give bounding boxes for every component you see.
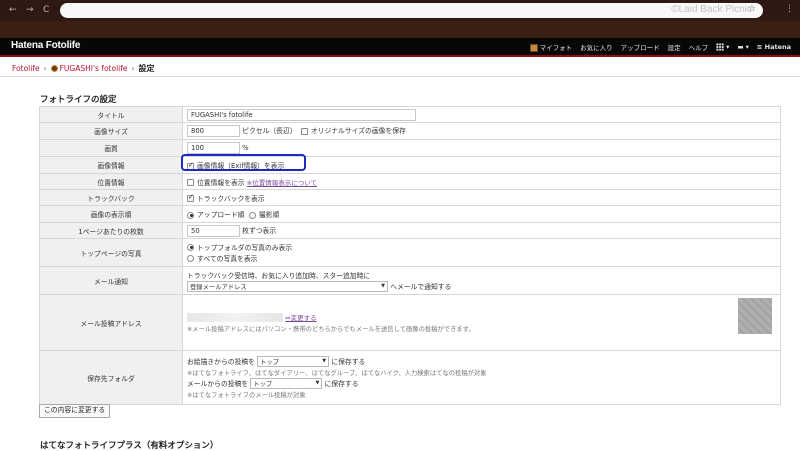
row-label: 画像の表示順 <box>39 205 183 223</box>
quality-input[interactable]: 100 <box>187 142 240 154</box>
notify-suffix: へメールで通知する <box>390 283 452 291</box>
row-label: トラックバック <box>39 189 183 206</box>
submit-button[interactable]: この内容に変更する <box>39 404 111 418</box>
nav-upload[interactable]: アップロード <box>621 42 660 52</box>
top-folder-only-radio[interactable] <box>187 243 194 251</box>
order-shot-label: 撮影順 <box>258 211 280 219</box>
hatena-brand[interactable]: ≋ Hatena <box>757 43 791 51</box>
nav-myphoto[interactable]: マイフォト <box>529 42 572 52</box>
image-size-input[interactable]: 800 <box>187 125 240 137</box>
row-image-info: 画像情報 画像情報（Exif情報）を表示 <box>39 156 781 174</box>
browser-toolbar: ← → C ☆ ©Laid Back Picnic ⋮ <box>0 0 800 21</box>
apps-grid-icon[interactable]: ▾ <box>716 42 729 51</box>
location-label: 位置情報を表示 <box>197 178 245 187</box>
nav-favorites[interactable]: お気に入り <box>580 42 613 52</box>
dropdown-arrow-icon: ▼ <box>381 283 385 289</box>
row-image-size: 画像サイズ 800 ピクセル（長辺） オリジナルサイズの画像を保存 <box>39 122 781 140</box>
header-divider <box>0 55 800 57</box>
breadcrumb: Fotolife › FUGASHI's fotolife › 設定 <box>12 64 155 73</box>
order-upload-label: アップロード順 <box>197 211 245 219</box>
nav-help[interactable]: ヘルプ <box>689 42 709 52</box>
row-label: 保存先フォルダ <box>39 350 183 405</box>
image-size-unit: ピクセル（長辺） <box>242 127 297 135</box>
row-label: タイトル <box>39 106 183 123</box>
back-arrow-icon[interactable]: ← <box>9 5 17 15</box>
address-bar[interactable]: ☆ <box>60 3 763 18</box>
top-folder-only-label: トップフォルダの写真のみ表示 <box>197 244 293 252</box>
row-mail-notify: メール通知 トラックバック受信時、お気に入り追加時、スター追加時に 登録メールア… <box>39 266 781 295</box>
highlight-box <box>181 154 306 171</box>
order-shot-radio[interactable] <box>248 211 256 219</box>
breadcrumb-divider <box>0 76 800 77</box>
save-original-checkbox[interactable] <box>300 127 308 135</box>
site-header: Hatena Fotolife マイフォト お気に入り アップロード 設定 ヘル… <box>0 38 800 55</box>
per-page-input[interactable]: 50 <box>187 224 240 237</box>
notification-icon[interactable]: ▬ ▾ <box>737 43 748 51</box>
trackback-checkbox[interactable] <box>187 193 194 202</box>
location-help-link[interactable]: ※位置情報表示について <box>247 179 317 187</box>
myphoto-thumbnail-icon <box>529 43 538 52</box>
breadcrumb-root[interactable]: Fotolife <box>12 64 40 73</box>
browser-menu-icon[interactable]: ⋮ <box>785 4 794 14</box>
section-title-plus: はてなフォトライフプラス（有料オプション） <box>40 441 219 451</box>
all-photos-radio[interactable] <box>187 254 194 262</box>
qr-code <box>738 298 772 334</box>
row-label: 画像情報 <box>39 156 183 174</box>
title-input[interactable]: FUGASHI's fotolife <box>187 108 416 121</box>
row-label: 位置情報 <box>39 173 183 190</box>
change-address-link[interactable]: ⇔変更する <box>285 312 316 322</box>
row-quality: 画質 100 % <box>39 139 781 157</box>
dropdown-arrow-icon: ▼ <box>315 380 320 386</box>
quality-unit: % <box>242 144 249 152</box>
save-original-label: オリジナルサイズの画像を保存 <box>310 127 406 135</box>
reload-icon[interactable]: C <box>43 5 49 15</box>
mail-post-note: ※メール投稿アドレスにはパソコン・携帯のどちらからでもメールを送信して画像の投稿… <box>187 325 475 333</box>
row-trackback: トラックバック トラックバックを表示 <box>39 189 781 206</box>
location-checkbox[interactable] <box>187 179 194 186</box>
page-title: 設定 <box>138 64 155 73</box>
mail-notify-desc: トラックバック受信時、お気に入り追加時、スター追加時に <box>187 272 371 280</box>
row-location: 位置情報 位置情報を表示 ※位置情報表示について <box>39 173 781 190</box>
row-save-folder: 保存先フォルダ お絵描きからの投稿を トップ ▼ に保存する ※はてなフォトライフ… <box>39 350 781 405</box>
notify-email-select[interactable]: 登録メールアドレス ▼ <box>187 280 388 292</box>
row-top-page: トップページの写真 トップフォルダの写真のみ表示 すべての写真を表示 <box>39 238 781 267</box>
row-per-page: 1ページあたりの枚数 50 枚ずつ表示 <box>39 222 781 239</box>
nav-settings[interactable]: 設定 <box>668 42 681 52</box>
trackback-label: トラックバックを表示 <box>197 194 265 203</box>
save-folder-note-2: ※はてなフォトライフのメール投稿が対象 <box>187 391 306 399</box>
forward-arrow-icon[interactable]: → <box>26 5 34 15</box>
row-label: トップページの写真 <box>39 238 183 267</box>
settings-table: タイトル FUGASHI's fotolife 画像サイズ 800 ピクセル（長… <box>39 106 781 405</box>
breadcrumb-user[interactable]: FUGASHI's fotolife <box>60 64 128 73</box>
row-label: 1ページあたりの枚数 <box>39 222 183 239</box>
all-photos-label: すべての写真を表示 <box>197 255 258 263</box>
section-title: フォトライフの設定 <box>40 95 117 105</box>
save-folder-note-1: ※はてなフォトライフ、はてなダイアリー、はてなグループ、はてなハイク、人力検索は… <box>187 369 487 377</box>
per-page-unit: 枚ずつ表示 <box>242 226 277 235</box>
mail-post-address <box>187 312 283 322</box>
drawing-folder-select[interactable]: トップ ▼ <box>257 355 330 367</box>
watermark: ©Laid Back Picnic <box>671 4 752 15</box>
order-upload-radio[interactable] <box>187 211 194 219</box>
dropdown-arrow-icon: ▼ <box>322 358 327 364</box>
mail-folder-select[interactable]: トップ ▼ <box>250 377 323 389</box>
row-label: メール投稿アドレス <box>39 294 183 351</box>
row-label: メール通知 <box>39 266 183 295</box>
row-title: タイトル FUGASHI's fotolife <box>39 106 781 123</box>
row-label: 画像サイズ <box>39 122 183 140</box>
header-band <box>0 21 800 38</box>
header-nav: マイフォト お気に入り アップロード 設定 ヘルプ ▾ ▬ ▾ ≋ Hatena <box>522 38 791 55</box>
user-avatar-icon <box>50 65 58 72</box>
site-logo[interactable]: Hatena Fotolife <box>11 40 80 51</box>
row-mail-post: メール投稿アドレス ⇔変更する ※メール投稿アドレスにはパソコン・携帯のどちらか… <box>39 294 781 351</box>
row-label: 画質 <box>39 139 183 157</box>
row-display-order: 画像の表示順 アップロード順 撮影順 <box>39 205 781 223</box>
